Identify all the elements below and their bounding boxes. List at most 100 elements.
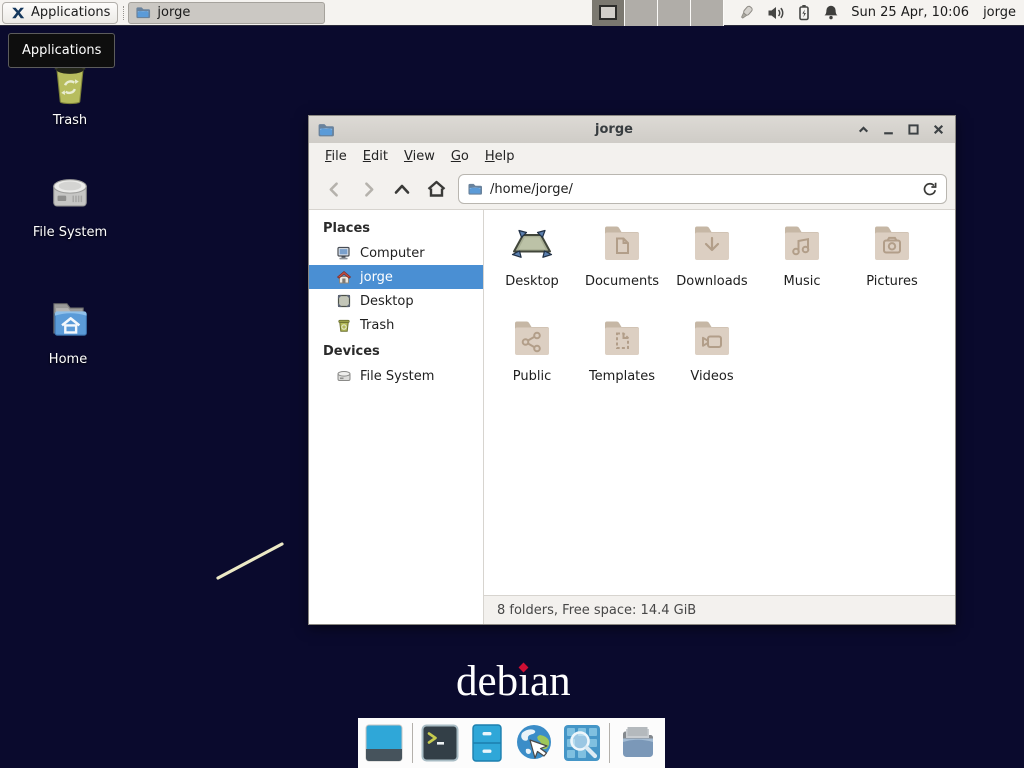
terminal-icon [421, 724, 459, 762]
status-bar: 8 folders, Free space: 14.4 GiB [484, 595, 955, 624]
taskbar-window-button[interactable]: jorge [128, 2, 325, 24]
debian-logo: deb ı an [456, 658, 571, 706]
sidebar-item-computer[interactable]: Computer [309, 241, 483, 265]
desktop-icon [336, 293, 352, 309]
applications-tooltip: Applications [8, 33, 115, 68]
window-title: jorge [559, 122, 669, 137]
templates-folder-icon [598, 315, 646, 363]
sidebar-header-devices: Devices [309, 337, 483, 364]
file-item-pictures[interactable]: Pictures [847, 220, 937, 315]
globe-browser-icon [514, 723, 554, 763]
sidebar-item-desktop[interactable]: Desktop [309, 289, 483, 313]
sidebar-item-label: jorge [360, 270, 393, 285]
file-item-videos[interactable]: Videos [667, 315, 757, 410]
logo-text: an [530, 658, 571, 706]
panel-clock[interactable]: Sun 25 Apr, 10:06 [851, 5, 969, 20]
desktop: Applications jorge [0, 0, 1024, 768]
sidebar-item-label: Desktop [360, 294, 414, 309]
workspace-4[interactable] [691, 0, 724, 26]
file-label: Pictures [847, 274, 937, 289]
file-grid: Desktop Documents [484, 210, 955, 595]
file-label: Documents [577, 274, 667, 289]
folder-launcher[interactable] [618, 723, 658, 763]
top-panel: Applications jorge [0, 0, 1024, 26]
sidebar-header-places: Places [309, 214, 483, 241]
file-item-desktop[interactable]: Desktop [487, 220, 577, 315]
menu-view[interactable]: View [396, 145, 443, 168]
window-folder-icon [317, 122, 335, 138]
workspace-switcher [592, 0, 724, 26]
file-item-music[interactable]: Music [757, 220, 847, 315]
documents-folder-icon [598, 220, 646, 268]
web-browser-launcher[interactable] [514, 723, 554, 763]
desktop-icon-home[interactable]: Home [18, 294, 118, 367]
hard-drive-icon [44, 169, 96, 219]
toolbar: /home/jorge/ [309, 169, 955, 210]
file-manager-window: jorge File Edit View Go Help [308, 115, 956, 625]
file-item-documents[interactable]: Documents [577, 220, 667, 315]
menu-bar: File Edit View Go Help [309, 143, 955, 169]
notification-bell-icon[interactable] [823, 4, 839, 21]
drawn-line [210, 535, 295, 590]
menu-go[interactable]: Go [443, 145, 477, 168]
close-button[interactable] [931, 122, 946, 137]
file-label: Videos [667, 369, 757, 384]
workspace-3[interactable] [658, 0, 691, 26]
minimize-button[interactable] [881, 122, 896, 137]
panel-user-menu[interactable]: jorge [983, 5, 1016, 20]
file-label: Public [487, 369, 577, 384]
battery-icon[interactable] [796, 4, 812, 21]
reload-icon[interactable] [922, 181, 938, 197]
dock-folder-icon [618, 724, 658, 762]
file-cabinet-icon [468, 724, 506, 762]
window-titlebar[interactable]: jorge [309, 116, 955, 143]
path-folder-icon [467, 182, 483, 196]
logo-text: deb [456, 658, 518, 706]
show-desktop-button[interactable] [365, 723, 404, 763]
xfce-logo-icon [10, 5, 26, 21]
file-label: Music [757, 274, 847, 289]
desktop-icon-label: Trash [20, 113, 120, 128]
menu-help[interactable]: Help [477, 145, 523, 168]
applications-menu-label: Applications [31, 5, 110, 20]
file-item-templates[interactable]: Templates [577, 315, 667, 410]
file-item-public[interactable]: Public [487, 315, 577, 410]
menu-file[interactable]: File [317, 145, 355, 168]
user-home-icon [336, 269, 352, 285]
back-button[interactable] [317, 174, 351, 204]
home-button[interactable] [419, 174, 453, 204]
applications-menu-button[interactable]: Applications [2, 2, 118, 24]
desktop-pad-icon [508, 220, 556, 268]
workspace-2[interactable] [625, 0, 658, 26]
shade-button[interactable] [856, 122, 871, 137]
app-finder-launcher[interactable] [562, 723, 601, 763]
app-finder-icon [563, 724, 601, 762]
sidebar-item-jorge[interactable]: jorge [309, 265, 483, 289]
show-desktop-icon [365, 724, 403, 762]
up-button[interactable] [385, 174, 419, 204]
home-folder-icon [42, 294, 94, 346]
sidebar-item-file-system[interactable]: File System [309, 364, 483, 388]
path-input[interactable]: /home/jorge/ [490, 182, 915, 197]
file-label: Downloads [667, 274, 757, 289]
hard-drive-icon [336, 368, 352, 384]
terminal-launcher[interactable] [421, 723, 460, 763]
workspace-1[interactable] [592, 0, 625, 26]
file-manager-launcher[interactable] [468, 723, 507, 763]
sidebar-item-trash[interactable]: Trash [309, 313, 483, 337]
desktop-icon-label: File System [20, 225, 120, 240]
stylus-tool-icon[interactable] [736, 4, 756, 22]
location-bar[interactable]: /home/jorge/ [458, 174, 947, 204]
downloads-folder-icon [688, 220, 736, 268]
menu-edit[interactable]: Edit [355, 145, 396, 168]
folder-icon [135, 5, 151, 20]
desktop-icon-file-system[interactable]: File System [20, 169, 120, 240]
volume-icon[interactable] [767, 5, 785, 21]
desktop-icon-label: Home [18, 352, 118, 367]
maximize-button[interactable] [906, 122, 921, 137]
file-item-downloads[interactable]: Downloads [667, 220, 757, 315]
pictures-folder-icon [868, 220, 916, 268]
forward-button[interactable] [351, 174, 385, 204]
logo-i: ı [518, 658, 530, 706]
dock-separator [412, 723, 413, 763]
